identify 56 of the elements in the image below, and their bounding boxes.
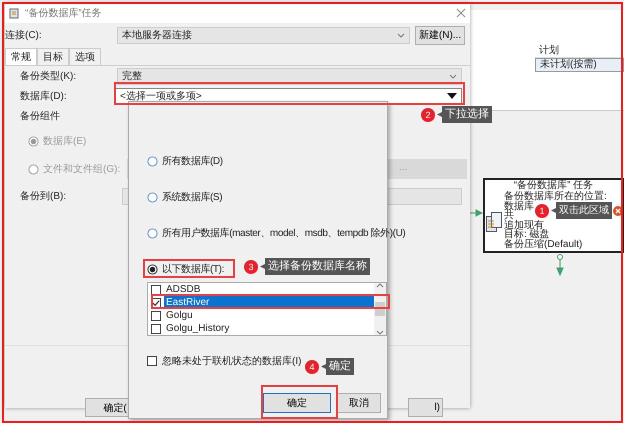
table-cell: 未计划(按需): [535, 58, 624, 72]
list-item[interactable]: Golgu: [164, 309, 374, 322]
window-title: “备份数据库”任务: [25, 6, 103, 20]
error-icon: [613, 206, 623, 216]
radio-label: 数据库(E): [43, 134, 86, 148]
app-icon: [9, 7, 21, 19]
tab[interactable]: 选项: [69, 48, 101, 65]
tab[interactable]: 目标: [37, 48, 69, 65]
checkbox[interactable]: [147, 356, 157, 366]
new-button[interactable]: 新建(N)...: [415, 26, 465, 44]
list-item[interactable]: Golgu_History: [164, 322, 374, 335]
ok-button[interactable]: 确定: [263, 393, 331, 413]
database-list[interactable]: ADSDB EastRiver Golgu Golgu_History: [147, 282, 387, 336]
field-label: 数据库(D):: [20, 90, 68, 103]
close-icon[interactable]: [456, 8, 466, 18]
scroll-up-icon[interactable]: [376, 283, 384, 288]
chevron-icon: [397, 32, 405, 38]
dropdown-arrow-icon: [447, 93, 457, 99]
checkbox[interactable]: [151, 310, 161, 320]
connection-dropdown[interactable]: 本地服务器连接: [117, 26, 410, 44]
radio-label[interactable]: 以下数据库(T):: [162, 262, 224, 276]
task-detail: 追加现有: [504, 220, 544, 230]
radio-button[interactable]: [147, 192, 158, 202]
checkbox[interactable]: [151, 324, 161, 334]
task-detail: 备份数据库所在的位置:: [504, 192, 607, 202]
field-label: 连接(C):: [5, 28, 43, 42]
scroll-down-icon[interactable]: [376, 330, 384, 335]
callout-label: 选择备份数据库名称: [260, 258, 370, 275]
cancel-button[interactable]: 取消: [337, 393, 381, 413]
chevron-icon: [449, 74, 457, 78]
task-detail: 共: [504, 211, 514, 221]
section-label: 备份组件: [20, 110, 60, 123]
tab[interactable]: 常规: [5, 48, 37, 65]
radio-label[interactable]: 系统数据库(S): [162, 190, 222, 204]
checkbox-label[interactable]: 忽略未处于联机状态的数据库(I): [162, 354, 302, 368]
radio-button[interactable]: [147, 156, 158, 166]
checkbox[interactable]: [151, 284, 161, 294]
field-label: 备份到(B):: [20, 190, 68, 203]
task-detail: 数据库: [504, 202, 534, 212]
task-detail: 备份压缩(Default): [504, 240, 582, 250]
callout-label: 双击此区域: [551, 202, 612, 219]
field-label: 备份类型(K):: [20, 70, 78, 83]
list-item[interactable]: ADSDB: [164, 283, 374, 296]
task-detail: 目标: 磁盘: [504, 230, 550, 240]
callout-label: 下拉选择: [437, 106, 492, 123]
radio-button[interactable]: [147, 264, 158, 274]
radio-label[interactable]: 所有用户数据库(master、model、msdb、tempdb 除外)(U): [162, 226, 406, 240]
scrollbar[interactable]: [374, 283, 386, 335]
connector-arrow: [555, 254, 565, 276]
radio-label: 文件和文件组(G):: [43, 162, 120, 176]
cancel-button[interactable]: l): [408, 398, 443, 417]
radio-label[interactable]: 所有数据库(D): [162, 154, 223, 168]
task-icon: [486, 212, 502, 232]
connector-arrow: [468, 208, 483, 218]
task-title: “备份数据库” 任务: [514, 180, 594, 191]
radio-button[interactable]: [147, 228, 158, 238]
